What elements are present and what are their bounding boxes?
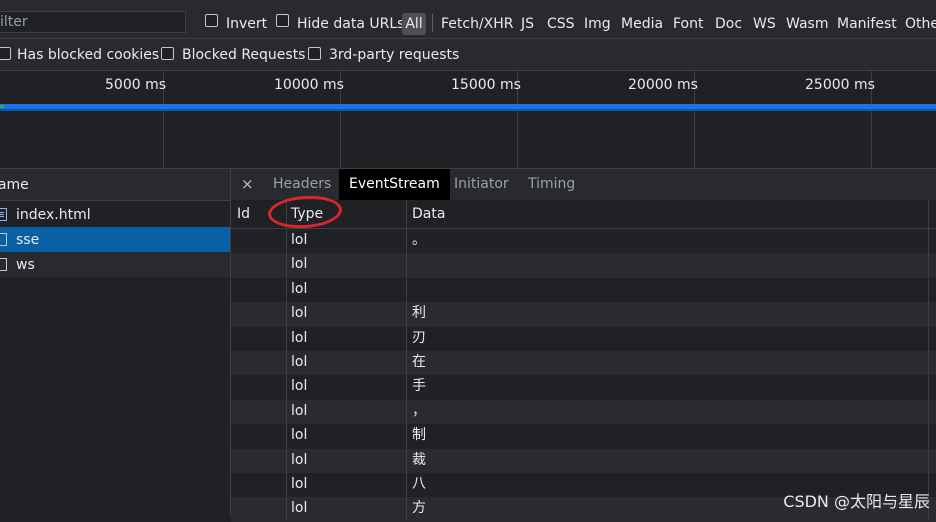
filter-css[interactable]: CSS xyxy=(547,16,575,32)
table-row[interactable]: lol 制 xyxy=(231,424,936,448)
filter-ws[interactable]: WS xyxy=(753,16,776,32)
file-icon xyxy=(0,258,7,271)
tick-label: 20000 ms xyxy=(628,77,698,93)
cell-data: 在 xyxy=(412,353,426,370)
cell-type: lol xyxy=(291,280,308,297)
tick-label: 15000 ms xyxy=(451,77,521,93)
tick-label: 25000 ms xyxy=(805,77,875,93)
network-overview[interactable]: 5000 ms 10000 ms 15000 ms 20000 ms 25000… xyxy=(0,71,936,169)
has-blocked-cookies-label: Has blocked cookies xyxy=(17,47,160,63)
cell-type: lol xyxy=(291,427,308,444)
cell-type: lol xyxy=(291,378,308,395)
hide-data-urls-label: Hide data URLs xyxy=(297,16,405,32)
request-row-sse[interactable]: sse xyxy=(0,227,230,252)
request-detail-panel: × Headers EventStream Initiator Timing I… xyxy=(231,169,936,522)
cell-type: lol xyxy=(291,305,308,322)
filter-media[interactable]: Media xyxy=(621,16,663,32)
toolbar-divider xyxy=(432,14,433,32)
close-icon[interactable]: × xyxy=(241,175,254,193)
filter-input[interactable] xyxy=(0,11,186,33)
blocked-requests-checkbox[interactable] xyxy=(161,47,174,60)
column-header-data[interactable]: Data xyxy=(412,200,445,228)
detail-tabs: × Headers EventStream Initiator Timing xyxy=(231,169,936,201)
table-row[interactable]: lol xyxy=(231,278,936,302)
cell-data: 刃 xyxy=(412,329,426,346)
cell-type: lol xyxy=(291,232,308,248)
invert-label: Invert xyxy=(226,16,268,32)
table-body: lol。 lol lol lol 利 lol 刃 lol 在 lol 手 lol， lol 制 lol 裁 lo… xyxy=(231,229,936,522)
filter-other[interactable]: Othe xyxy=(905,16,936,32)
tick-label: 5000 ms xyxy=(105,77,167,93)
filter-all-button[interactable]: All xyxy=(402,13,426,35)
filter-img[interactable]: Img xyxy=(584,16,611,32)
cell-type: lol xyxy=(291,256,308,273)
cell-type: lol xyxy=(291,329,308,346)
request-row-index-html[interactable]: index.html xyxy=(0,202,230,227)
filter-manifest[interactable]: Manifest xyxy=(837,16,897,32)
request-list: lame index.html sse ws xyxy=(0,169,231,515)
table-row[interactable]: lol ， xyxy=(231,399,936,425)
table-row[interactable]: lol 。 xyxy=(231,229,936,253)
filter-fetch-xhr[interactable]: Fetch/XHR xyxy=(441,16,514,32)
name-header-label: lame xyxy=(0,177,29,193)
filter-wasm[interactable]: Wasm xyxy=(786,16,828,32)
document-icon xyxy=(0,208,7,221)
tab-initiator[interactable]: Initiator xyxy=(444,169,519,200)
cell-data: 。 xyxy=(412,232,426,248)
invert-checkbox[interactable] xyxy=(205,14,218,27)
filter-doc[interactable]: Doc xyxy=(715,16,742,32)
tick-label: 10000 ms xyxy=(274,77,344,93)
third-party-checkbox[interactable] xyxy=(308,47,321,60)
request-name: sse xyxy=(16,232,40,248)
cell-type: lol xyxy=(291,475,308,492)
cell-data: 手 xyxy=(412,378,426,395)
name-column-header[interactable]: lame xyxy=(0,169,230,201)
watermark: CSDN @太阳与星辰 xyxy=(783,492,930,511)
column-divider xyxy=(406,200,407,520)
cell-type: lol xyxy=(291,500,308,517)
request-name: index.html xyxy=(16,207,91,223)
column-divider xyxy=(286,200,287,520)
cell-type: lol xyxy=(291,402,308,419)
cell-type: lol xyxy=(291,353,308,370)
cell-data: 制 xyxy=(412,427,426,444)
table-row[interactable]: lol 刃 xyxy=(231,327,936,351)
cell-data: 方 xyxy=(412,500,426,517)
cell-data: 八 xyxy=(412,475,426,492)
column-header-id[interactable]: Id xyxy=(237,200,250,228)
tab-timing[interactable]: Timing xyxy=(518,169,585,200)
request-name: ws xyxy=(16,257,35,273)
request-row-ws[interactable]: ws xyxy=(0,252,230,277)
blocked-requests-label: Blocked Requests xyxy=(182,47,306,63)
request-timing-bar-shadow xyxy=(0,109,936,111)
table-row[interactable]: lol 在 xyxy=(231,350,936,376)
table-row[interactable]: lol 裁 xyxy=(231,448,936,473)
table-row[interactable]: lol 手 xyxy=(231,375,936,399)
filter-toolbar: Invert Hide data URLs All Fetch/XHR JS C… xyxy=(0,6,936,39)
column-divider xyxy=(928,200,929,520)
cell-type: lol xyxy=(291,451,308,468)
cell-data: ， xyxy=(412,402,426,419)
filter-font[interactable]: Font xyxy=(673,16,703,32)
eventstream-table: Id Type Data lol。 lol lol lol 利 lol 刃 lol 在 lol 手 l… xyxy=(231,200,936,522)
cell-data: 裁 xyxy=(412,451,426,468)
secondary-filter-toolbar: Has blocked cookies Blocked Requests 3rd… xyxy=(0,39,936,71)
has-blocked-cookies-checkbox[interactable] xyxy=(0,47,11,60)
table-row[interactable]: lol xyxy=(231,253,936,278)
cell-data: 利 xyxy=(412,305,426,322)
third-party-label: 3rd-party requests xyxy=(329,47,460,63)
file-icon xyxy=(0,233,7,246)
filter-js[interactable]: JS xyxy=(521,16,534,32)
hide-data-urls-checkbox[interactable] xyxy=(276,14,289,27)
table-row[interactable]: lol 利 xyxy=(231,302,936,327)
start-marker xyxy=(0,105,4,108)
tab-eventstream[interactable]: EventStream xyxy=(339,169,450,200)
